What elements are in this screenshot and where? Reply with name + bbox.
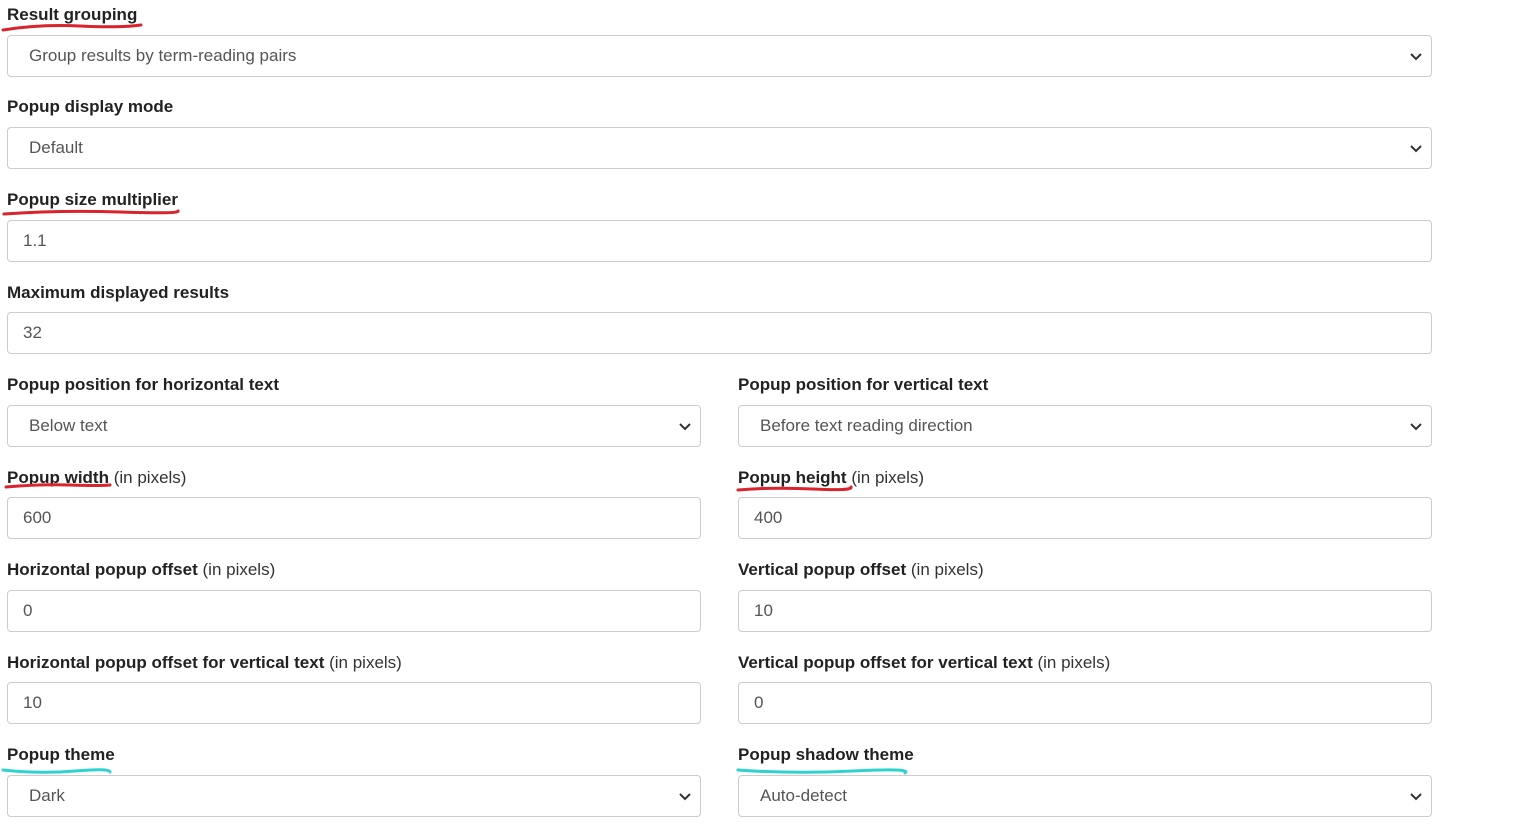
popup-shadow-theme-label: Popup shadow theme	[738, 745, 914, 764]
vertical-popup-offset-vertical-text-value: 0	[754, 693, 764, 712]
chevron-down-icon	[679, 793, 691, 801]
horizontal-popup-offset-vertical-text-hint: (in pixels)	[329, 653, 402, 672]
popup-height-value: 400	[754, 508, 783, 527]
vertical-popup-offset-value: 10	[754, 601, 773, 620]
horizontal-popup-offset-input[interactable]: 0	[7, 590, 701, 632]
popup-height-label: Popup height (in pixels)	[738, 468, 925, 487]
popup-height-hint: (in pixels)	[851, 468, 925, 487]
popup-position-horizontal-value: Below text	[29, 416, 108, 435]
popup-width-label: Popup width (in pixels)	[7, 468, 187, 487]
settings-page: Result grouping Group results by term-re…	[0, 0, 1536, 832]
max-displayed-results-value: 32	[23, 323, 42, 342]
horizontal-popup-offset-label: Horizontal popup offset (in pixels)	[7, 560, 276, 579]
popup-position-vertical-select[interactable]: Before text reading direction	[738, 405, 1432, 447]
result-grouping-value: Group results by term-reading pairs	[29, 46, 297, 65]
vertical-popup-offset-hint: (in pixels)	[910, 560, 984, 579]
horizontal-popup-offset-hint: (in pixels)	[202, 560, 276, 579]
popup-theme-select[interactable]: Dark	[7, 775, 701, 817]
popup-display-mode-select[interactable]: Default	[7, 127, 1432, 169]
chevron-down-icon	[1410, 793, 1422, 801]
vertical-popup-offset-vertical-text-hint: (in pixels)	[1037, 653, 1111, 672]
popup-width-value: 600	[23, 508, 52, 527]
chevron-down-icon	[1410, 145, 1422, 153]
popup-height-input[interactable]: 400	[738, 497, 1432, 539]
result-grouping-select[interactable]: Group results by term-reading pairs	[7, 35, 1432, 77]
vertical-popup-offset-vertical-text-input[interactable]: 0	[738, 682, 1432, 724]
popup-width-hint: (in pixels)	[113, 468, 187, 487]
popup-position-vertical-label: Popup position for vertical text	[738, 375, 989, 394]
horizontal-popup-offset-vertical-text-value: 10	[23, 693, 42, 712]
popup-position-horizontal-label: Popup position for horizontal text	[7, 375, 279, 394]
popup-size-multiplier-value: 1.1	[23, 231, 47, 250]
chevron-down-icon	[1410, 53, 1422, 61]
horizontal-popup-offset-vertical-text-label: Horizontal popup offset for vertical tex…	[7, 653, 402, 672]
popup-width-input[interactable]: 600	[7, 497, 701, 539]
max-displayed-results-label: Maximum displayed results	[7, 283, 230, 302]
popup-size-multiplier-label: Popup size multiplier	[7, 190, 178, 209]
popup-position-horizontal-select[interactable]: Below text	[7, 405, 701, 447]
vertical-popup-offset-input[interactable]: 10	[738, 590, 1432, 632]
chevron-down-icon	[679, 423, 691, 431]
popup-theme-label: Popup theme	[7, 745, 115, 764]
vertical-popup-offset-label: Vertical popup offset (in pixels)	[738, 560, 984, 579]
popup-display-mode-label: Popup display mode	[7, 97, 174, 116]
horizontal-popup-offset-value: 0	[23, 601, 33, 620]
vertical-popup-offset-vertical-text-label: Vertical popup offset for vertical text …	[738, 653, 1111, 672]
horizontal-popup-offset-vertical-text-input[interactable]: 10	[7, 682, 701, 724]
max-displayed-results-input[interactable]: 32	[7, 312, 1432, 354]
popup-position-vertical-value: Before text reading direction	[760, 416, 973, 435]
result-grouping-label: Result grouping	[7, 5, 138, 24]
popup-theme-value: Dark	[29, 786, 65, 805]
popup-size-multiplier-input[interactable]: 1.1	[7, 220, 1432, 262]
popup-display-mode-value: Default	[29, 138, 83, 157]
popup-shadow-theme-select[interactable]: Auto-detect	[738, 775, 1432, 817]
chevron-down-icon	[1410, 423, 1422, 431]
popup-shadow-theme-value: Auto-detect	[760, 786, 847, 805]
